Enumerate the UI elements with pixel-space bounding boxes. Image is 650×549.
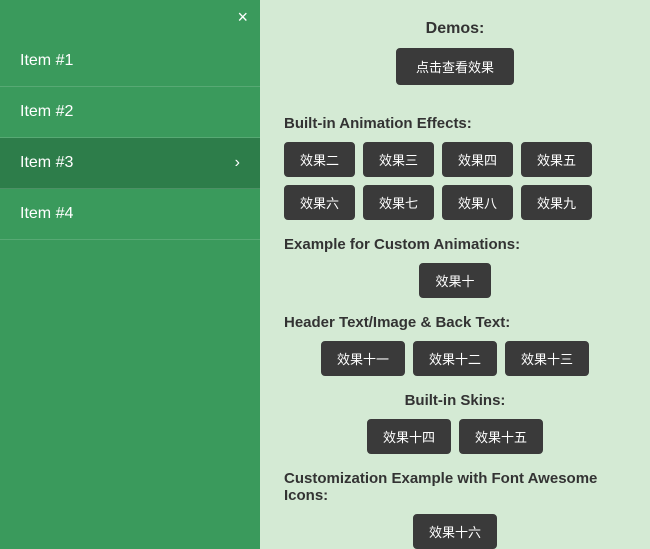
section-fontawesome: Customization Example with Font Awesome …	[284, 470, 626, 549]
btn-0-5[interactable]: 效果七	[363, 185, 434, 220]
click-effect-button[interactable]: 点击查看效果	[396, 48, 514, 85]
btn-group-3: 效果十四 效果十五	[284, 419, 626, 454]
close-button[interactable]: ×	[237, 8, 248, 26]
sidebar-item-3[interactable]: Item #3 ›	[0, 138, 260, 189]
btn-group-0: 效果二 效果三 效果四 效果五 效果六 效果七 效果八 效果九	[284, 142, 626, 220]
sidebar-item-label-1: Item #1	[20, 52, 73, 70]
section-animation: Built-in Animation Effects: 效果二 效果三 效果四 …	[284, 115, 626, 220]
btn-group-4: 效果十六	[284, 514, 626, 549]
btn-2-2[interactable]: 效果十三	[505, 341, 589, 376]
btn-1-0[interactable]: 效果十	[419, 263, 490, 298]
chevron-right-icon: ›	[235, 154, 240, 172]
btn-0-1[interactable]: 效果三	[363, 142, 434, 177]
sidebar: × Item #1 Item #2 Item #3 › Item #4	[0, 0, 260, 549]
section-title-1: Example for Custom Animations:	[284, 236, 626, 253]
section-title-2: Header Text/Image & Back Text:	[284, 314, 626, 331]
sidebar-item-4[interactable]: Item #4	[0, 189, 260, 240]
section-skins: Built-in Skins: 效果十四 效果十五	[284, 392, 626, 454]
btn-0-3[interactable]: 效果五	[521, 142, 592, 177]
btn-2-0[interactable]: 效果十一	[321, 341, 405, 376]
btn-0-7[interactable]: 效果九	[521, 185, 592, 220]
btn-0-6[interactable]: 效果八	[442, 185, 513, 220]
btn-0-4[interactable]: 效果六	[284, 185, 355, 220]
btn-3-0[interactable]: 效果十四	[367, 419, 451, 454]
btn-group-1: 效果十	[284, 263, 626, 298]
section-title-0: Built-in Animation Effects:	[284, 115, 626, 132]
section-header: Header Text/Image & Back Text: 效果十一 效果十二…	[284, 314, 626, 376]
sidebar-item-1[interactable]: Item #1	[0, 36, 260, 87]
section-title-3: Built-in Skins:	[284, 392, 626, 409]
sidebar-item-label-2: Item #2	[20, 103, 73, 121]
sidebar-item-label-4: Item #4	[20, 205, 73, 223]
btn-3-1[interactable]: 效果十五	[459, 419, 543, 454]
section-title-4: Customization Example with Font Awesome …	[284, 470, 626, 504]
btn-2-1[interactable]: 效果十二	[413, 341, 497, 376]
btn-0-2[interactable]: 效果四	[442, 142, 513, 177]
btn-group-2: 效果十一 效果十二 效果十三	[284, 341, 626, 376]
sidebar-item-label-3: Item #3	[20, 154, 73, 172]
content-area: Demos: 点击查看效果 Built-in Animation Effects…	[260, 0, 650, 549]
btn-4-0[interactable]: 效果十六	[413, 514, 497, 549]
btn-0-0[interactable]: 效果二	[284, 142, 355, 177]
section-custom: Example for Custom Animations: 效果十	[284, 236, 626, 298]
demos-title: Demos:	[284, 20, 626, 38]
sidebar-item-2[interactable]: Item #2	[0, 87, 260, 138]
